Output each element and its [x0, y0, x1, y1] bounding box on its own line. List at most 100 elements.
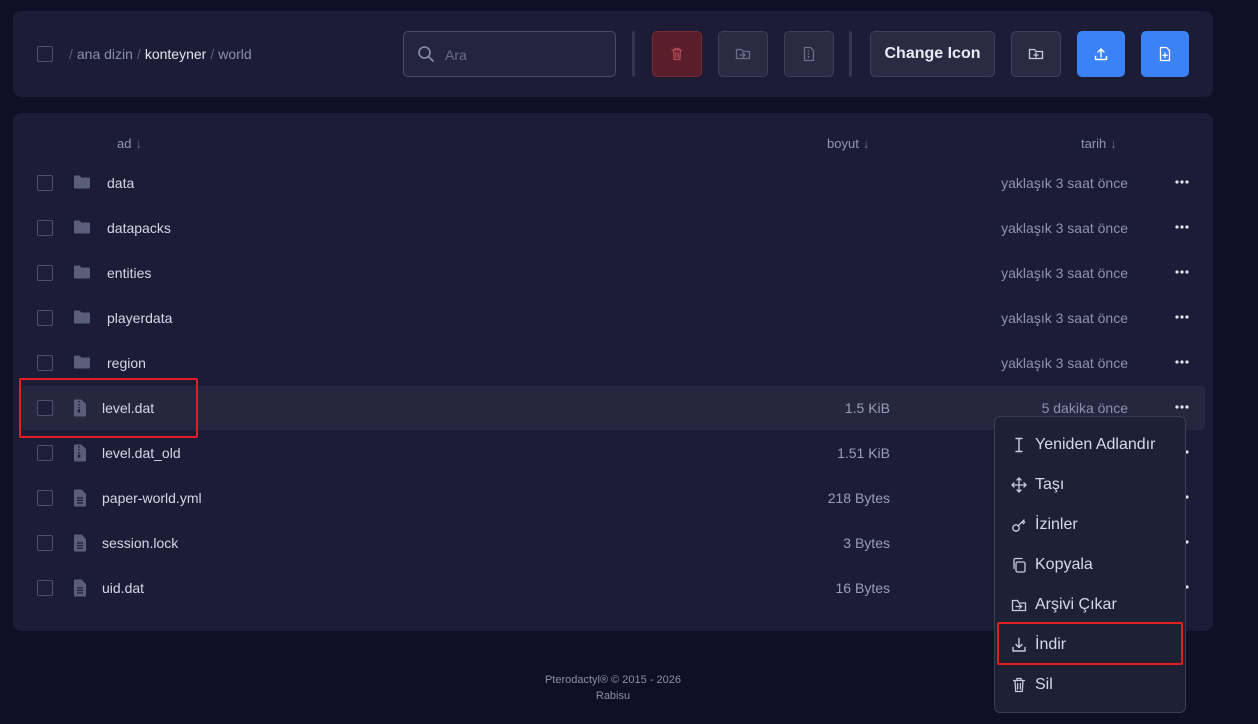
copy-icon — [1013, 557, 1026, 573]
file-size: 3 Bytes — [843, 535, 890, 551]
toolbar-divider — [632, 31, 635, 77]
menu-item-copy[interactable]: Kopyala — [995, 545, 1185, 585]
row-checkbox[interactable] — [37, 490, 53, 506]
file-size: 1.5 KiB — [844, 400, 890, 416]
menu-item-move[interactable]: Taşı — [995, 465, 1185, 505]
select-all-checkbox[interactable] — [37, 46, 53, 62]
more-dots-icon — [1175, 270, 1189, 274]
folder-move-icon — [735, 48, 751, 60]
breadcrumb-root[interactable]: ana dizin — [77, 46, 133, 62]
file-name[interactable]: datapacks — [107, 220, 171, 236]
column-header-size[interactable]: boyut ↓ — [827, 136, 869, 151]
more-options-button[interactable] — [1173, 263, 1191, 281]
file-archive-icon — [803, 46, 815, 62]
column-header-date[interactable]: tarih ↓ — [1081, 136, 1117, 151]
file-name[interactable]: data — [107, 175, 134, 191]
more-dots-icon — [1175, 180, 1189, 184]
breadcrumb: / ana dizin / konteyner / world — [69, 46, 256, 62]
more-options-button[interactable] — [1173, 308, 1191, 326]
footer: Pterodactyl® © 2015 - 2026 Rabisu — [0, 672, 1226, 704]
menu-item-label: Kopyala — [1035, 556, 1093, 573]
change-icon-button[interactable]: Change Icon — [870, 31, 995, 77]
file-size: 1.51 KiB — [837, 445, 890, 461]
more-options-button[interactable] — [1173, 218, 1191, 236]
menu-item-label: Yeniden Adlandır — [1035, 436, 1156, 453]
row-checkbox[interactable] — [37, 175, 53, 191]
file-size: 218 Bytes — [827, 490, 890, 506]
highlight-box-download — [997, 622, 1183, 665]
move-icon — [1011, 477, 1027, 493]
more-options-button[interactable] — [1173, 173, 1191, 191]
file-date: yaklaşık 3 saat önce — [1001, 220, 1128, 236]
row-checkbox[interactable] — [37, 355, 53, 371]
file-name[interactable]: paper-world.yml — [102, 490, 202, 506]
file-row[interactable]: playerdata yaklaşık 3 saat önce — [21, 296, 1205, 340]
breadcrumb-konteyner[interactable]: konteyner — [145, 46, 206, 62]
highlight-box-file — [19, 378, 198, 438]
context-menu: Yeniden Adlandır Taşı İzinler Kopyala Ar… — [994, 416, 1186, 713]
column-header-name[interactable]: ad ↓ — [117, 136, 142, 151]
file-name[interactable]: playerdata — [107, 310, 172, 326]
file-name[interactable]: entities — [107, 265, 151, 281]
footer-brand: Rabisu — [595, 690, 631, 702]
file-name[interactable]: uid.dat — [102, 580, 144, 596]
key-icon — [1012, 519, 1026, 532]
menu-item-extract[interactable]: Arşivi Çıkar — [995, 585, 1185, 625]
toolbar-divider — [849, 31, 852, 77]
folder-plus-icon — [1028, 48, 1044, 60]
column-date-label: tarih — [1081, 136, 1107, 151]
new-folder-button[interactable] — [1011, 31, 1061, 77]
menu-item-label: Arşivi Çıkar — [1035, 596, 1117, 613]
new-file-button[interactable] — [1141, 31, 1189, 77]
file-row[interactable]: entities yaklaşık 3 saat önce — [21, 251, 1205, 295]
search-input[interactable]: Ara — [445, 47, 467, 63]
folder-icon — [73, 354, 91, 375]
file-row[interactable]: data yaklaşık 3 saat önce — [21, 161, 1205, 205]
more-dots-icon — [1175, 315, 1189, 319]
sort-arrow-icon: ↓ — [135, 136, 142, 151]
folder-open-icon — [1011, 599, 1027, 612]
file-name[interactable]: region — [107, 355, 146, 371]
file-text-icon — [73, 489, 87, 512]
file-date: yaklaşık 3 saat önce — [1001, 310, 1128, 326]
more-options-button[interactable] — [1173, 353, 1191, 371]
search-icon — [418, 46, 434, 62]
column-size-label: boyut — [827, 136, 859, 151]
file-toolbar: / ana dizin / konteyner / world Ara Change Ic… — [13, 11, 1213, 97]
file-date: yaklaşık 3 saat önce — [1001, 265, 1128, 281]
search-box[interactable]: Ara — [403, 31, 616, 77]
file-name[interactable]: level.dat_old — [102, 445, 181, 461]
footer-copyright: Pterodactyl® © 2015 - 2026 — [544, 674, 682, 686]
row-checkbox[interactable] — [37, 580, 53, 596]
row-checkbox[interactable] — [37, 220, 53, 236]
row-checkbox[interactable] — [37, 265, 53, 281]
folder-icon — [73, 174, 91, 195]
upload-button[interactable] — [1077, 31, 1125, 77]
sort-arrow-icon: ↓ — [1110, 136, 1117, 151]
breadcrumb-separator: / — [69, 46, 73, 62]
file-plus-icon — [1159, 46, 1171, 62]
file-size: 16 Bytes — [835, 580, 890, 596]
menu-item-permissions[interactable]: İzinler — [995, 505, 1185, 545]
folder-icon — [73, 219, 91, 240]
move-button[interactable] — [718, 31, 768, 77]
more-options-button[interactable] — [1173, 398, 1191, 416]
row-checkbox[interactable] — [37, 310, 53, 326]
file-text-icon — [73, 579, 87, 602]
file-row[interactable]: datapacks yaklaşık 3 saat önce — [21, 206, 1205, 250]
upload-icon — [1094, 48, 1108, 61]
delete-button[interactable] — [652, 31, 702, 77]
archive-button[interactable] — [784, 31, 834, 77]
file-name[interactable]: session.lock — [102, 535, 178, 551]
menu-item-label: İzinler — [1035, 516, 1078, 533]
file-row[interactable]: region yaklaşık 3 saat önce — [21, 341, 1205, 385]
breadcrumb-separator: / — [210, 46, 215, 62]
row-checkbox[interactable] — [37, 535, 53, 551]
row-checkbox[interactable] — [37, 445, 53, 461]
file-archive-icon — [73, 444, 87, 467]
breadcrumb-separator: / — [136, 46, 141, 62]
file-date: 5 dakika önce — [1041, 400, 1128, 416]
trash-icon — [671, 47, 683, 61]
column-name-label: ad — [117, 136, 132, 151]
menu-item-rename[interactable]: Yeniden Adlandır — [995, 425, 1185, 465]
